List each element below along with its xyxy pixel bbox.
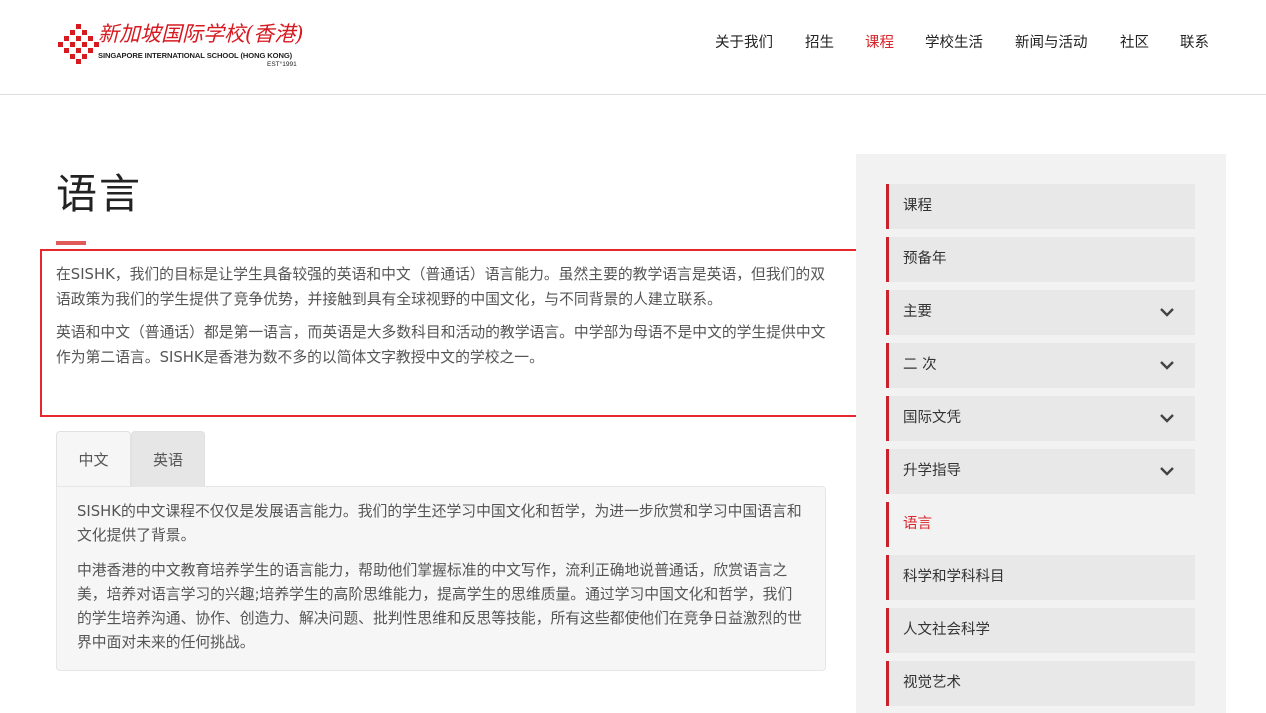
sidebar-item-label: 主要 <box>903 304 932 320</box>
sidebar-item-humanities[interactable]: 人文社会科学 <box>886 608 1195 653</box>
chevron-down-icon[interactable] <box>1159 357 1175 373</box>
nav-community[interactable]: 社区 <box>1120 31 1149 52</box>
tab-english[interactable]: 英语 <box>131 431 205 487</box>
nav-news-events[interactable]: 新闻与活动 <box>1015 31 1088 52</box>
nav-about[interactable]: 关于我们 <box>715 31 773 52</box>
sidebar-item-curriculum[interactable]: 课程 <box>886 184 1195 229</box>
page-title: 语言 <box>56 170 142 218</box>
panel-paragraph: SISHK的中文课程不仅仅是发展语言能力。我们的学生还学习中国文化和哲学，为进一… <box>77 503 802 544</box>
intro-paragraph: 英语和中文（普通话）都是第一语言，而英语是大多数科目和活动的教学语言。中学部为母… <box>56 324 826 366</box>
sidebar-item-label: 国际文凭 <box>903 410 961 426</box>
intro-text: 在SISHK，我们的目标是让学生具备较强的英语和中文（普通话）语言能力。虽然主要… <box>56 262 836 378</box>
site-header: 新加坡国际学校(香港) SINGAPORE INTERNATIONAL SCHO… <box>0 0 1266 95</box>
chevron-down-icon[interactable] <box>1159 304 1175 320</box>
sidebar-item-ib[interactable]: 国际文凭 <box>886 396 1195 441</box>
sidebar-item-label: 二 次 <box>903 357 937 373</box>
nav-contact[interactable]: 联系 <box>1180 31 1209 52</box>
sidebar-item-visual-arts[interactable]: 视觉艺术 <box>886 661 1195 706</box>
tab-panel-chinese: SISHK的中文课程不仅仅是发展语言能力。我们的学生还学习中国文化和哲学，为进一… <box>56 486 826 671</box>
intro-paragraph: 在SISHK，我们的目标是让学生具备较强的英语和中文（普通话）语言能力。虽然主要… <box>56 266 826 308</box>
sidebar-item-label: 预备年 <box>903 251 947 267</box>
sidebar-item-college-counselling[interactable]: 升学指导 <box>886 449 1195 494</box>
sidebar-item-science[interactable]: 科学和学科科目 <box>886 555 1195 600</box>
logo-english-name: SINGAPORE INTERNATIONAL SCHOOL (HONG KON… <box>98 51 293 60</box>
sidebar-item-label: 课程 <box>903 198 932 214</box>
nav-school-life[interactable]: 学校生活 <box>925 31 983 52</box>
panel-paragraph: 中港香港的中文教育培养学生的语言能力，帮助他们掌握标准的中文写作，流利正确地说普… <box>77 562 803 651</box>
logo-mark-icon <box>58 24 99 64</box>
logo-established: EST°1991 <box>267 61 297 68</box>
chevron-down-icon[interactable] <box>1159 410 1175 426</box>
logo-chinese-name: 新加坡国际学校(香港) <box>98 22 304 46</box>
sidebar-item-label: 语言 <box>903 516 932 532</box>
sidebar-item-languages[interactable]: 语言 <box>886 502 1195 547</box>
sidebar-item-label: 科学和学科科目 <box>903 569 1005 585</box>
nav-curriculum[interactable]: 课程 <box>865 31 894 52</box>
sidebar-item-prep-year[interactable]: 预备年 <box>886 237 1195 282</box>
nav-admissions[interactable]: 招生 <box>805 31 834 52</box>
sidebar-item-label: 人文社会科学 <box>903 622 990 638</box>
sidebar-item-label: 视觉艺术 <box>903 675 961 691</box>
sidebar-nav: 课程 预备年 主要 二 次 国际文凭 升学指导 语言 科学和学科科目 人文社会科… <box>856 154 1226 713</box>
sidebar-item-label: 升学指导 <box>903 463 961 479</box>
tab-chinese[interactable]: 中文 <box>56 431 131 487</box>
sidebar-item-primary[interactable]: 主要 <box>886 290 1195 335</box>
sidebar-item-secondary[interactable]: 二 次 <box>886 343 1195 388</box>
chevron-down-icon[interactable] <box>1159 463 1175 479</box>
school-logo[interactable]: 新加坡国际学校(香港) SINGAPORE INTERNATIONAL SCHO… <box>58 18 308 72</box>
title-underline <box>56 241 86 245</box>
